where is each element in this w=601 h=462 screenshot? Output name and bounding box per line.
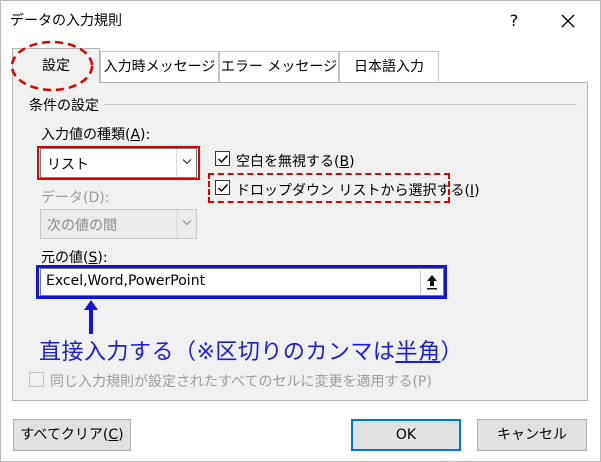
chevron-down-icon: [182, 220, 192, 226]
data-validation-dialog: データの入力規則 ? 設定 入力時メッセージ エラー メッセージ 日本語入力 条…: [0, 0, 601, 462]
tab-japanese-input[interactable]: 日本語入力: [339, 51, 439, 82]
close-button[interactable]: [553, 8, 583, 34]
title-bar: データの入力規則 ?: [1, 1, 600, 41]
data-label: データ(D):: [41, 190, 110, 206]
annotation-text: 直接入力する（※区切りのカンマは半角）: [39, 340, 463, 365]
ignore-blank-label[interactable]: 空白を無視する(B): [236, 151, 355, 171]
ok-button[interactable]: OK: [351, 419, 461, 451]
clear-all-button[interactable]: すべてクリア(C): [13, 419, 131, 451]
close-icon: [561, 14, 575, 28]
tab-error-message[interactable]: エラー メッセージ: [219, 51, 339, 82]
data-dropdown-button[interactable]: [176, 210, 196, 238]
cancel-button[interactable]: キャンセル: [477, 419, 587, 451]
source-highlight-box: [36, 265, 447, 299]
allow-label: 入力値の種類(A):: [41, 127, 151, 143]
checkmark-icon: [218, 155, 229, 164]
source-label: 元の値(S):: [41, 250, 108, 266]
section-title: 条件の設定: [29, 98, 99, 114]
pointer-arrow-icon: [84, 300, 98, 334]
apply-all-label[interactable]: 同じ入力規則が設定されたすべてのセルに変更を適用する(P): [50, 371, 432, 391]
ignore-blank-checkbox[interactable]: [215, 151, 230, 166]
window-title: データの入力規則: [10, 13, 122, 29]
dropdown-highlight-box: [208, 173, 450, 203]
data-value: 次の値の間: [47, 218, 117, 234]
apply-all-checkbox[interactable]: [29, 372, 44, 387]
section-divider: [104, 104, 577, 105]
tab-input-message[interactable]: 入力時メッセージ: [100, 51, 219, 82]
data-select[interactable]: 次の値の間: [40, 209, 197, 239]
allow-highlight-box: [37, 146, 200, 180]
tab-highlight-ellipse: [10, 40, 94, 92]
help-button[interactable]: ?: [499, 8, 529, 34]
